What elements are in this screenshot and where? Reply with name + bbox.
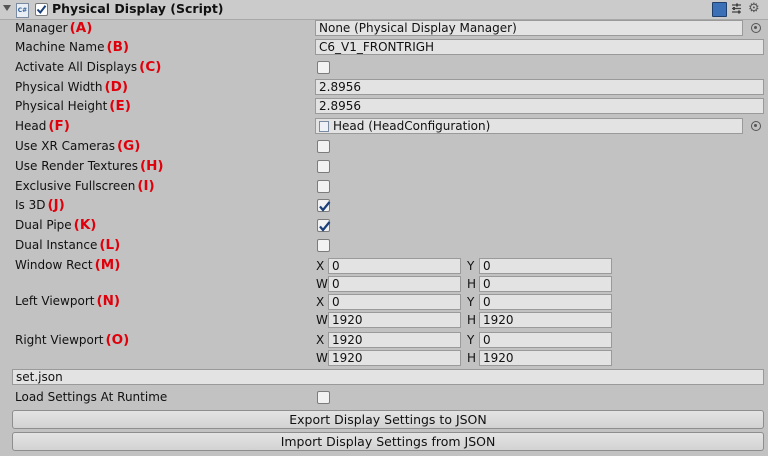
book-icon[interactable]: [712, 2, 727, 17]
activate-all-displays-checkbox[interactable]: [317, 61, 330, 74]
load-settings-at-runtime-checkbox[interactable]: [317, 391, 330, 404]
window-rect-label: Window Rect (M): [15, 257, 121, 273]
component-title: Physical Display (Script): [52, 1, 224, 16]
rect-x-label: X: [316, 333, 325, 347]
left-viewport-label: Left Viewport (N): [15, 293, 121, 309]
physical-width-label: Physical Width (D): [15, 79, 129, 95]
use-xr-cameras-label: Use XR Cameras (G): [15, 138, 141, 154]
use-render-textures-checkbox[interactable]: [317, 160, 330, 173]
manager-field[interactable]: None (Physical Display Manager): [315, 20, 743, 36]
rect-w-label: W: [316, 351, 328, 365]
right-viewport-h-input[interactable]: 1920: [479, 350, 612, 366]
dual-pipe-checkbox[interactable]: [317, 219, 331, 232]
physical-height-input[interactable]: 2.8956: [315, 98, 764, 114]
head-label: Head (F): [15, 118, 70, 134]
target-icon[interactable]: [751, 121, 761, 131]
machine-name-label: Machine Name (B): [15, 39, 130, 55]
window-rect-x-input[interactable]: 0: [328, 258, 461, 274]
rect-x-label: X: [316, 295, 325, 309]
use-render-textures-label: Use Render Textures (H): [15, 158, 164, 174]
rect-h-label: H: [467, 313, 477, 327]
settings-file-input[interactable]: set.json: [12, 369, 764, 385]
machine-name-input[interactable]: C6_V1_FRONTRIGH: [315, 39, 764, 55]
rect-w-label: W: [316, 313, 328, 327]
dual-instance-label: Dual Instance (L): [15, 237, 121, 253]
use-xr-cameras-checkbox[interactable]: [317, 140, 330, 153]
activate-all-displays-label: Activate All Displays (C): [15, 59, 162, 75]
left-viewport-w-input[interactable]: 1920: [328, 312, 461, 328]
right-viewport-w-input[interactable]: 1920: [328, 350, 461, 366]
sliders-icon[interactable]: [730, 2, 743, 15]
checkmark-icon: [319, 221, 331, 232]
head-field[interactable]: Head (HeadConfiguration): [315, 118, 743, 134]
dual-instance-checkbox[interactable]: [317, 239, 330, 252]
manager-label: Manager (A): [15, 20, 93, 36]
physical-width-input[interactable]: 2.8956: [315, 79, 764, 95]
is-3d-checkbox[interactable]: [317, 199, 331, 212]
gear-icon[interactable]: ⚙: [748, 2, 761, 15]
right-viewport-x-input[interactable]: 1920: [328, 332, 461, 348]
script-icon: [319, 121, 329, 132]
window-rect-w-input[interactable]: 0: [328, 276, 461, 292]
rect-h-label: H: [467, 351, 477, 365]
rect-x-label: X: [316, 259, 325, 273]
script-icon: C#: [16, 3, 29, 18]
import-settings-button[interactable]: Import Display Settings from JSON: [12, 432, 764, 451]
load-settings-at-runtime-label: Load Settings At Runtime: [15, 390, 168, 404]
right-viewport-label: Right Viewport (O): [15, 332, 130, 348]
left-viewport-h-input[interactable]: 1920: [479, 312, 612, 328]
triangle-down-icon[interactable]: [3, 5, 11, 11]
exclusive-fullscreen-label: Exclusive Fullscreen (I): [15, 178, 155, 194]
dual-pipe-label: Dual Pipe (K): [15, 217, 97, 233]
rect-y-label: Y: [467, 295, 475, 309]
component-header: C# Physical Display (Script) ⚙: [0, 0, 768, 20]
right-viewport-y-input[interactable]: 0: [479, 332, 612, 348]
window-rect-h-input[interactable]: 0: [479, 276, 612, 292]
component-enabled-checkbox[interactable]: [35, 3, 48, 16]
rect-y-label: Y: [467, 333, 475, 347]
rect-w-label: W: [316, 277, 328, 291]
left-viewport-y-input[interactable]: 0: [479, 294, 612, 310]
checkmark-icon: [319, 201, 331, 212]
export-settings-button[interactable]: Export Display Settings to JSON: [12, 410, 764, 429]
physical-height-label: Physical Height (E): [15, 98, 131, 114]
window-rect-y-input[interactable]: 0: [479, 258, 612, 274]
exclusive-fullscreen-checkbox[interactable]: [317, 180, 330, 193]
rect-h-label: H: [467, 277, 477, 291]
left-viewport-x-input[interactable]: 0: [328, 294, 461, 310]
is-3d-label: Is 3D (J): [15, 197, 65, 213]
rect-y-label: Y: [467, 259, 475, 273]
target-icon[interactable]: [751, 23, 761, 33]
